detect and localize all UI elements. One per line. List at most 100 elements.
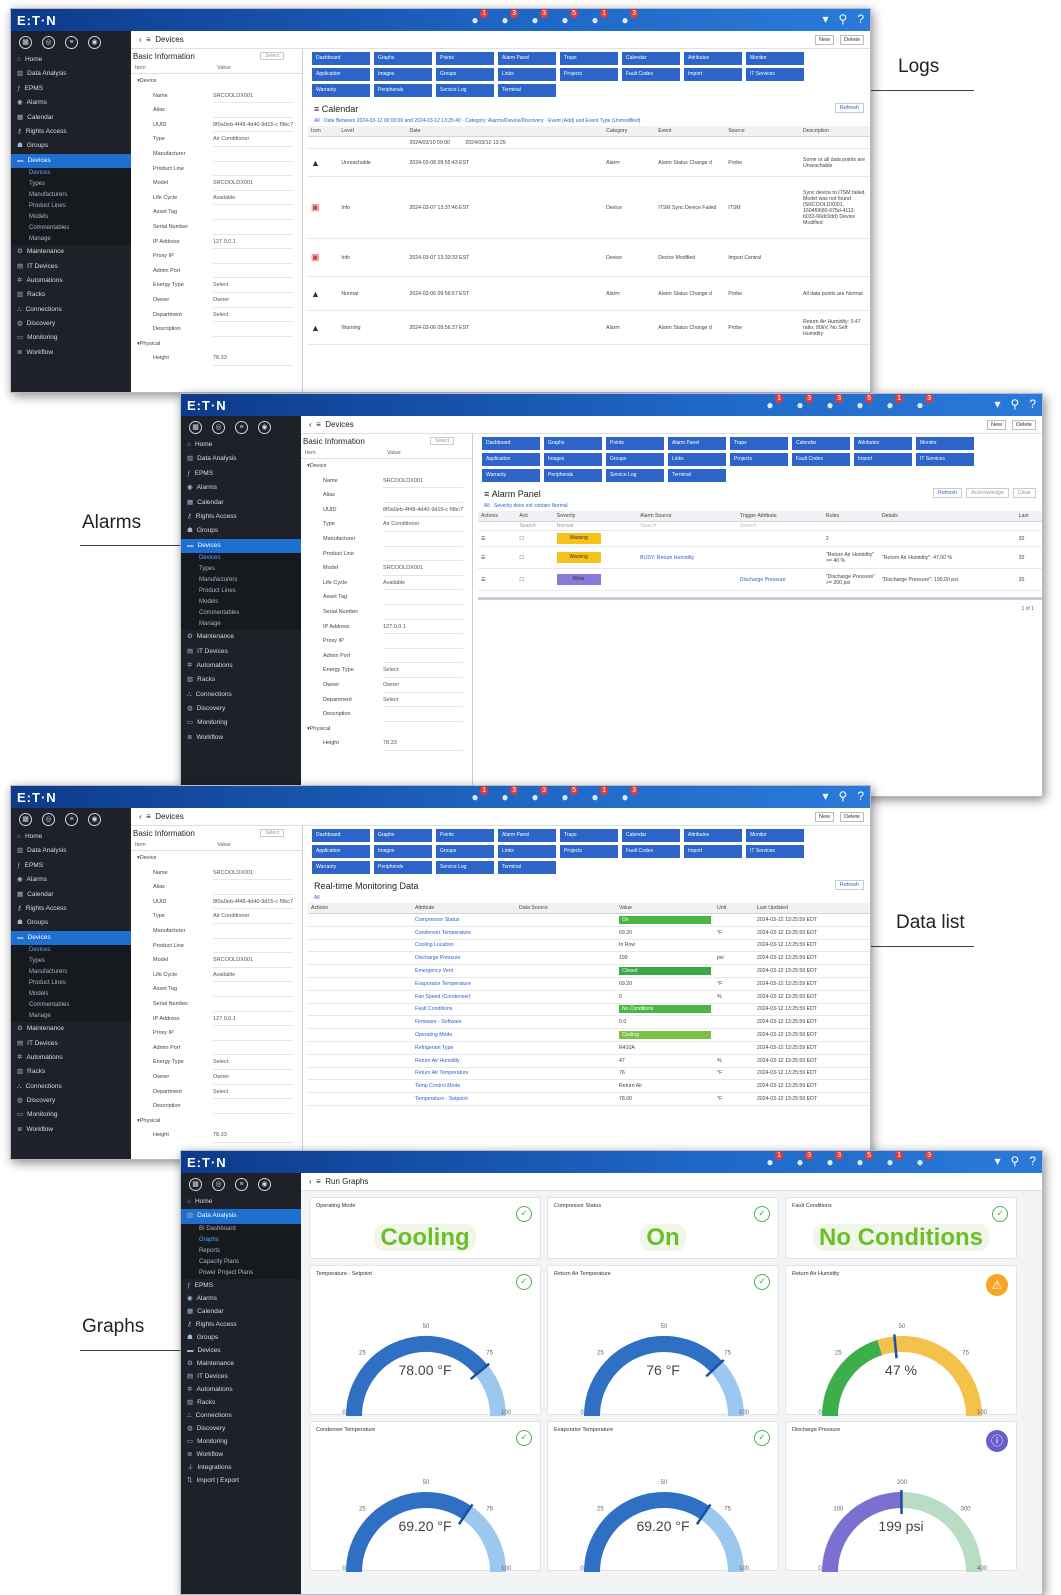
toolbar-button-points[interactable]: Points [436,52,494,65]
attribute-cell[interactable]: Compressor Status [412,913,516,927]
toolbar-button-attributes[interactable]: Attributes [684,52,742,65]
select-button[interactable]: Select [430,437,454,445]
sidebar-subitem[interactable]: Manufacturers [11,967,131,979]
column-header[interactable]: Trigger Attribute [736,511,823,522]
search-input[interactable]: Search [516,521,554,531]
toolbar-button-dashboard[interactable]: Dashboard [312,829,370,842]
property-value[interactable]: Select [213,308,293,323]
menu-toggle-icon[interactable]: ≡ [146,812,151,821]
sidebar-item-epms[interactable]: ƒ EPMS [11,859,131,873]
property-value[interactable]: SRCOOLDX001 [383,474,463,489]
toolbar-button-points[interactable]: Points [606,437,664,450]
sidebar-item-workflow[interactable]: ≣ Workflow [11,346,131,360]
toolbar-button-graphs[interactable]: Graphs [374,829,432,842]
sidebar-item-calendar[interactable]: ▦ Calendar [11,111,131,125]
column-header[interactable]: Date [406,126,604,137]
globe-icon[interactable]: ◎ [212,1177,225,1191]
table-row[interactable]: Evaporator Temperature 69.20 °F 2024-03-… [308,977,870,991]
alarm-notification-icon[interactable]: ● 1 [466,786,488,806]
sidebar-item-calendar[interactable]: ▦ Calendar [181,1305,301,1318]
sidebar-item-data-analysis[interactable]: ▥ Data Analysis [181,452,301,466]
layout-icon[interactable]: ▦ [19,812,32,826]
column-header[interactable]: Rules [822,511,879,522]
user-menu-icon[interactable]: ▾ [822,789,828,803]
sidebar-subitem[interactable]: Manufacturers [11,190,131,202]
toolbar-button-application[interactable]: Application [482,453,540,466]
filter-summary[interactable]: All · Date Between 2024-03-12 00:00:00 a… [308,116,870,126]
toolbar-button-groups[interactable]: Groups [436,845,494,858]
help-icon[interactable]: ? [857,12,864,26]
property-value[interactable] [383,649,463,664]
help-icon[interactable]: ? [1029,1154,1036,1168]
toolbar-button-alarm-panel[interactable]: Alarm Panel [498,52,556,65]
attribute-cell[interactable]: Firmware - Software [412,1015,516,1030]
property-value[interactable]: SRCOOLDX001 [213,89,293,104]
property-value[interactable] [383,547,463,562]
help-icon[interactable]: ? [857,789,864,803]
sidebar-item-import-export[interactable]: ⇅ Import | Export [181,1474,301,1487]
property-value[interactable]: Select [383,663,463,678]
sidebar-item-automations[interactable]: ✲ Automations [181,1383,301,1396]
column-header[interactable]: Last [1015,511,1042,522]
toolbar-button-attributes[interactable]: Attributes [854,437,912,450]
select-button[interactable]: Select [260,829,284,837]
new-button[interactable]: New [814,812,834,822]
toolbar-button-images[interactable]: Images [374,845,432,858]
sidebar-item-workflow[interactable]: ≣ Workflow [11,1123,131,1137]
toolbar-button-monitor[interactable]: Monitor [916,437,974,450]
row-actions-icon[interactable]: ☰ [478,546,517,569]
list-icon[interactable]: ≡ [235,1177,248,1191]
sidebar-item-connections[interactable]: ⛬ Connections [181,1409,301,1422]
gauge-card[interactable]: Discharge Pressure ⓘ 0 100 200 300 400 199 ps… [785,1421,1017,1572]
globe-icon[interactable]: ◎ [212,420,225,434]
property-value[interactable]: Select [213,1055,293,1070]
property-value[interactable] [213,264,293,279]
message-notification-icon[interactable]: ● 3 [616,9,638,29]
sidebar-item-monitoring[interactable]: ▭ Monitoring [11,331,131,345]
sidebar-item-home[interactable]: ⌂ Home [181,1195,301,1209]
toolbar-button-fault-codes[interactable]: Fault Codes [622,845,680,858]
search-input[interactable]: Search [637,521,737,531]
sidebar-item-alarms[interactable]: ◉ Alarms [11,873,131,887]
column-header[interactable]: Actions [478,511,517,522]
toolbar-button-peripherals[interactable]: Peripherals [374,861,432,874]
sidebar-item-workflow[interactable]: ≣ Workflow [181,1448,301,1461]
toolbar-button-service-log[interactable]: Service Log [436,84,494,97]
sidebar-item-discovery[interactable]: ◍ Discovery [11,317,131,331]
sidebar-item-racks[interactable]: ▥ Racks [181,673,301,687]
sidebar-item-automations[interactable]: ✲ Automations [11,274,131,288]
row-actions-icon[interactable]: ☰ [478,568,517,591]
target-icon[interactable]: ◉ [258,1177,271,1191]
toolbar-button-traps[interactable]: Traps [730,437,788,450]
search-icon[interactable]: ⚲ [839,789,848,803]
property-value[interactable]: Air Conditioner [383,517,463,532]
warning-notification-icon[interactable]: ● 3 [496,9,518,29]
sidebar-subitem[interactable]: Devices [11,168,131,180]
table-row[interactable]: Firmware - Software 0.0 2024-03-12 13:25… [308,1015,870,1030]
sidebar-item-devices[interactable]: ▬ Devices [11,153,131,169]
toolbar-button-import[interactable]: Import [684,845,742,858]
back-icon[interactable]: ‹ [309,1177,312,1186]
date-to-input[interactable]: 2024/03/12 13:25 [465,140,505,146]
sidebar-item-maintenance[interactable]: ⚙ Maintenance [11,1022,131,1036]
table-row[interactable]: Emergency Vent Closed 2024-03-12 13:25:5… [308,964,870,978]
toolbar-button-graphs[interactable]: Graphs [374,52,432,65]
sidebar-item-automations[interactable]: ✲ Automations [181,659,301,673]
alarm-notification-icon[interactable]: ● 1 [466,9,488,29]
property-value[interactable]: Select [213,278,293,293]
target-icon[interactable]: ◉ [258,420,271,434]
table-row[interactable]: Temp Control Mode Return Air 2024-03-12 … [308,1079,870,1094]
property-value[interactable] [213,147,293,162]
toolbar-button-import[interactable]: Import [854,453,912,466]
column-header[interactable]: Value [616,903,714,914]
search-input[interactable]: Search [736,521,823,531]
sidebar-subitem[interactable]: Commentables [181,608,301,620]
toolbar-button-monitor[interactable]: Monitor [746,829,804,842]
sidebar-subitem[interactable]: Power Project Plans [181,1267,301,1279]
sidebar-item-workflow[interactable]: ≣ Workflow [181,731,301,745]
sidebar-item-alarms[interactable]: ◉ Alarms [11,96,131,110]
attribute-cell[interactable]: Operating Mode [412,1028,516,1042]
task-notification-icon[interactable]: ● 5 [556,786,578,806]
sidebar-item-racks[interactable]: ▥ Racks [11,288,131,302]
property-value[interactable]: Air Conditioner [213,132,293,147]
